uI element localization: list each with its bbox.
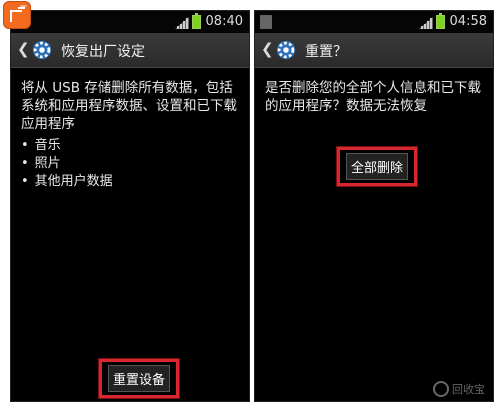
notification-icon bbox=[4, 2, 30, 28]
list-item: 照片 bbox=[21, 155, 239, 173]
watermark: 回收宝 bbox=[433, 381, 485, 397]
battery-icon bbox=[192, 13, 201, 29]
status-bar: 08:40 bbox=[11, 11, 249, 33]
list-item: 音乐 bbox=[21, 137, 239, 155]
action-bar: ❮ 重置？ bbox=[255, 33, 493, 68]
action-bar: ❮ 恢复出厂设定 bbox=[11, 33, 249, 68]
chevron-left-icon[interactable]: ❮ bbox=[17, 40, 30, 58]
status-bar: 04:58 bbox=[255, 11, 493, 33]
phone-screen-reset-confirm: 04:58 ❮ 重置？ 是否删除您的全部个人信息和已下载的应用程序？数据无法恢复… bbox=[254, 10, 494, 402]
chevron-left-icon[interactable]: ❮ bbox=[261, 40, 274, 58]
notification-icon bbox=[260, 15, 272, 29]
watermark-text: 回收宝 bbox=[452, 383, 485, 396]
list-item: 其他用户数据 bbox=[21, 173, 239, 191]
watermark-logo-icon bbox=[433, 381, 449, 397]
confirm-description: 是否删除您的全部个人信息和已下载的应用程序？数据无法恢复 bbox=[265, 80, 481, 114]
status-time: 08:40 bbox=[205, 14, 243, 29]
page-title: 恢复出厂设定 bbox=[61, 44, 145, 60]
signal-icon bbox=[175, 17, 189, 29]
delete-all-button-label: 全部删除 bbox=[346, 153, 409, 180]
battery-icon bbox=[436, 13, 445, 29]
content-area: 是否删除您的全部个人信息和已下载的应用程序？数据无法恢复 bbox=[265, 79, 483, 115]
page-title: 重置？ bbox=[305, 44, 347, 60]
reset-device-button-label: 重置设备 bbox=[108, 365, 171, 392]
gear-icon bbox=[276, 40, 296, 60]
reset-device-button[interactable]: 重置设备 bbox=[97, 358, 181, 399]
content-area: 将从 USB 存储删除所有数据，包括系统和应用程序数据、设置和已下载应用程序 音… bbox=[21, 79, 239, 191]
signal-icon bbox=[419, 17, 433, 29]
phone-screen-factory-reset: 08:40 ❮ 恢复出厂设定 将从 USB 存储删除所有数据，包括系统和应用程序… bbox=[10, 10, 250, 402]
status-time: 04:58 bbox=[449, 14, 487, 29]
delete-all-button[interactable]: 全部删除 bbox=[335, 146, 419, 187]
data-list: 音乐 照片 其他用户数据 bbox=[21, 137, 239, 191]
gear-icon bbox=[32, 40, 52, 60]
reset-description: 将从 USB 存储删除所有数据，包括系统和应用程序数据、设置和已下载应用程序 bbox=[21, 80, 237, 132]
